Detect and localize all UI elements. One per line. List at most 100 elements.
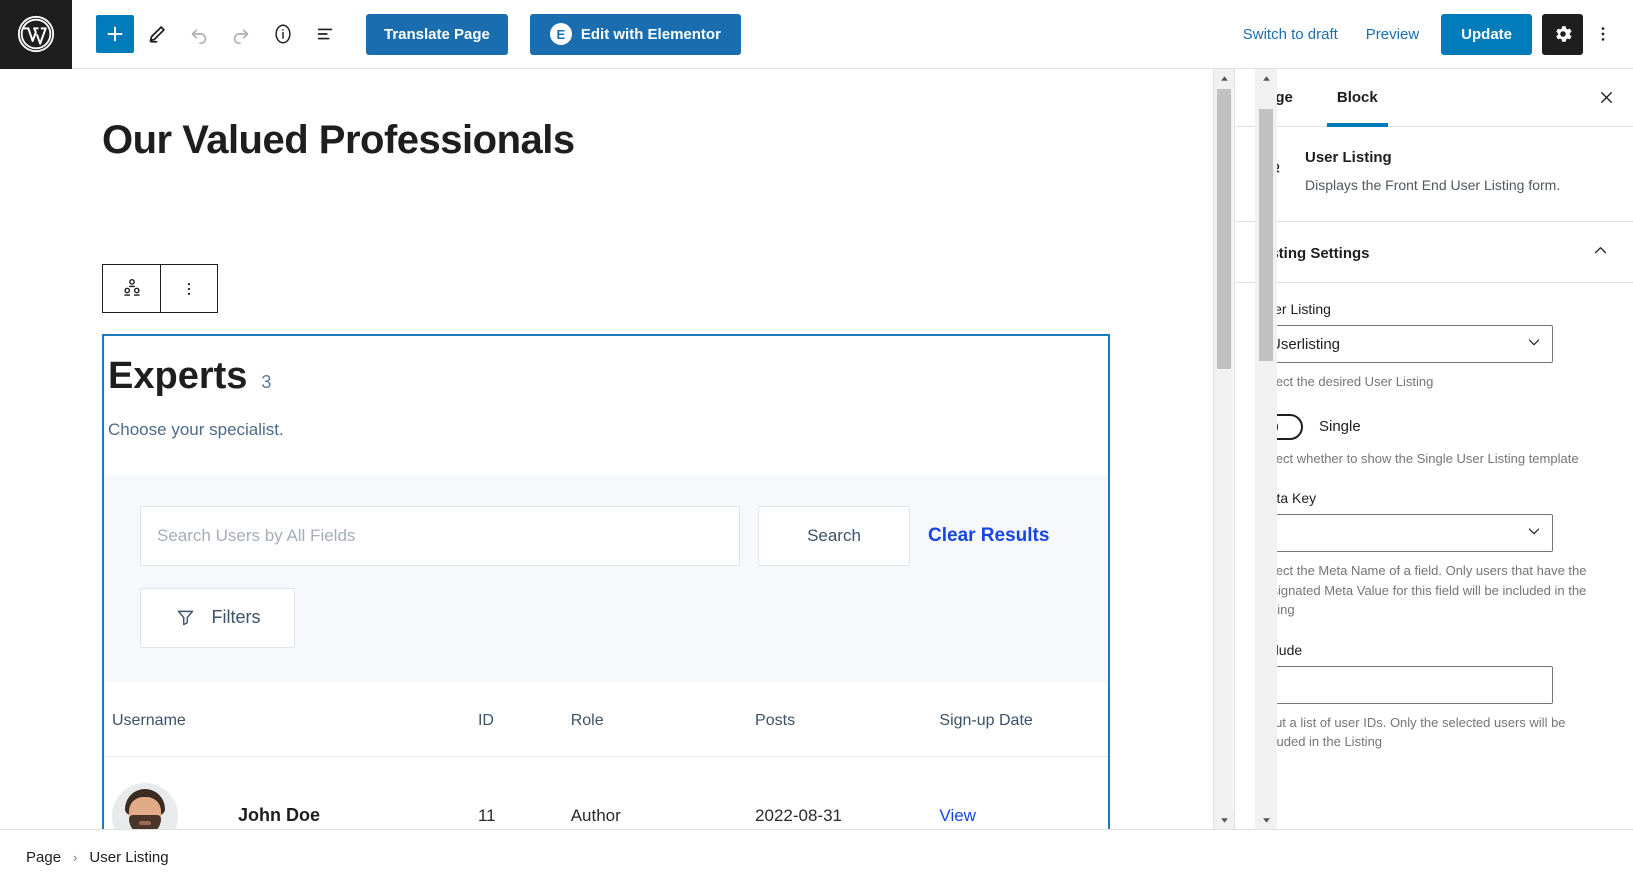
preview-button[interactable]: Preview (1352, 18, 1433, 51)
view-link[interactable]: View (939, 806, 976, 825)
listing-header: Experts 3 (104, 336, 1108, 398)
single-toggle-help-text: Select whether to show the Single User L… (1257, 450, 1579, 466)
tab-block[interactable]: Block (1315, 69, 1400, 127)
more-options-button[interactable] (1583, 14, 1623, 55)
sidebar-scroll-up-arrow[interactable] (1255, 69, 1277, 87)
cell-username: John Doe (104, 756, 478, 829)
include-input[interactable] (1257, 665, 1553, 704)
meta-key-help-text: Select the Meta Name of a field. Only us… (1257, 563, 1587, 617)
undo-button[interactable] (180, 15, 218, 53)
listing-count: 3 (261, 372, 272, 392)
edit-with-elementor-button[interactable]: E Edit with Elementor (529, 13, 741, 55)
update-button[interactable]: Update (1441, 13, 1532, 55)
block-info-description: Displays the Front End User Listing form… (1305, 177, 1561, 193)
block-toolbar (102, 264, 218, 313)
cell-id: 11 (477, 805, 496, 825)
canvas-scroll-down-arrow[interactable] (1214, 811, 1234, 829)
undo-icon (191, 29, 207, 44)
search-button[interactable]: Search (758, 505, 910, 566)
redo-button[interactable] (222, 15, 260, 53)
breadcrumb-item-user-listing[interactable]: User Listing (89, 849, 168, 866)
column-header-posts: Posts (755, 681, 940, 757)
filters-label: Filters (211, 607, 261, 628)
include-help-text: Input a list of user IDs. Only the selec… (1257, 714, 1566, 750)
chevron-up-icon (1592, 242, 1609, 264)
cell-role: Author (570, 805, 621, 825)
edit-tool-button[interactable] (138, 15, 176, 53)
editor-top-bar: Translate Page E Edit with Elementor Swi… (0, 0, 1633, 69)
edit-with-elementor-label: Edit with Elementor (580, 25, 721, 43)
chevron-up-icon (1262, 75, 1270, 81)
sidebar-scroll-down-arrow[interactable] (1255, 811, 1277, 829)
include-field-label: Include (1257, 641, 1303, 658)
listing-subtitle: Choose your specialist. (108, 419, 284, 439)
column-header-id: ID (477, 681, 571, 757)
gear-icon (1555, 26, 1572, 42)
toolbar-tools: Translate Page E Edit with Elementor (96, 13, 741, 55)
settings-sidebar: Page Block User Listing Displays the Fro… (1234, 69, 1633, 829)
cell-posts: 2022-08-31 (755, 805, 843, 825)
cell-signup-date: View (939, 756, 1108, 829)
listing-settings-body: User Listing Userlisting Select the desi… (1235, 283, 1633, 752)
avatar (112, 782, 178, 829)
translate-page-button[interactable]: Translate Page (366, 13, 508, 55)
breadcrumb-separator-icon: › (73, 850, 78, 865)
user-listing-icon (123, 278, 140, 296)
user-listing-help-text: Select the desired User Listing (1257, 374, 1434, 390)
toolbar-right-group: Switch to draft Preview Update (1229, 13, 1633, 55)
list-view-button[interactable] (306, 15, 344, 53)
editor-canvas: Our Valued Professionals Experts 3 Choos… (0, 69, 1233, 829)
user-listing-table: Username ID Role Posts Sign-up Date John… (104, 681, 1108, 829)
clear-results-link[interactable]: Clear Results (928, 525, 1049, 547)
block-info-title: User Listing (1305, 149, 1392, 166)
wordpress-logo[interactable] (0, 0, 72, 69)
switch-to-draft-button[interactable]: Switch to draft (1229, 18, 1352, 51)
canvas-scroll-up-arrow[interactable] (1214, 69, 1234, 87)
list-view-icon (317, 28, 333, 40)
search-panel: Search Clear Results Filters (104, 475, 1108, 682)
search-row: Search Clear Results (140, 505, 1072, 566)
settings-button[interactable] (1542, 13, 1583, 55)
editor-window: Translate Page E Edit with Elementor Swi… (0, 0, 1633, 885)
listing-heading: Experts (108, 355, 248, 397)
table-header-row: Username ID Role Posts Sign-up Date (104, 681, 1108, 757)
username-text: John Doe (238, 805, 321, 826)
listing-settings-section-header[interactable]: Listing Settings (1235, 222, 1633, 284)
page-title[interactable]: Our Valued Professionals (102, 118, 1233, 163)
meta-key-select[interactable] (1257, 514, 1553, 553)
kebab-menu-icon (187, 282, 191, 295)
translate-page-label: Translate Page (384, 25, 490, 43)
meta-key-field-label: Meta Key (1257, 490, 1317, 507)
pencil-icon (149, 25, 166, 43)
column-header-role: Role (570, 681, 756, 757)
add-block-button[interactable] (96, 15, 134, 53)
block-options-button[interactable] (160, 265, 217, 312)
canvas-scrollbar[interactable] (1213, 69, 1234, 829)
breadcrumb: Page › User Listing (0, 829, 1633, 885)
block-type-button[interactable] (103, 265, 160, 312)
redo-icon (233, 29, 249, 44)
column-header-signup-date: Sign-up Date (939, 681, 1108, 757)
elementor-icon: E (549, 23, 572, 45)
breadcrumb-item-page[interactable]: Page (26, 849, 61, 866)
wordpress-icon (17, 15, 55, 53)
single-toggle-label: Single (1319, 418, 1361, 436)
close-icon (1600, 92, 1612, 103)
column-header-username: Username (104, 681, 478, 757)
block-info-panel: User Listing Displays the Front End User… (1235, 127, 1633, 223)
chevron-down-icon (1526, 334, 1542, 354)
canvas-scroll-thumb[interactable] (1217, 89, 1231, 369)
sidebar-scrollbar[interactable] (1255, 69, 1277, 829)
search-input[interactable] (140, 505, 740, 566)
sidebar-scroll-thumb[interactable] (1259, 109, 1273, 361)
plus-icon (107, 26, 123, 42)
funnel-icon (177, 610, 193, 626)
sidebar-tabs: Page Block (1235, 69, 1633, 127)
chevron-down-icon (1262, 817, 1270, 823)
document-info-button[interactable] (264, 15, 302, 53)
filters-button[interactable]: Filters (140, 587, 295, 648)
user-listing-block[interactable]: Experts 3 Choose your specialist. Search… (102, 334, 1110, 829)
chevron-down-icon (1526, 523, 1542, 543)
user-listing-select[interactable]: Userlisting (1257, 325, 1553, 364)
close-sidebar-button[interactable] (1579, 69, 1633, 126)
